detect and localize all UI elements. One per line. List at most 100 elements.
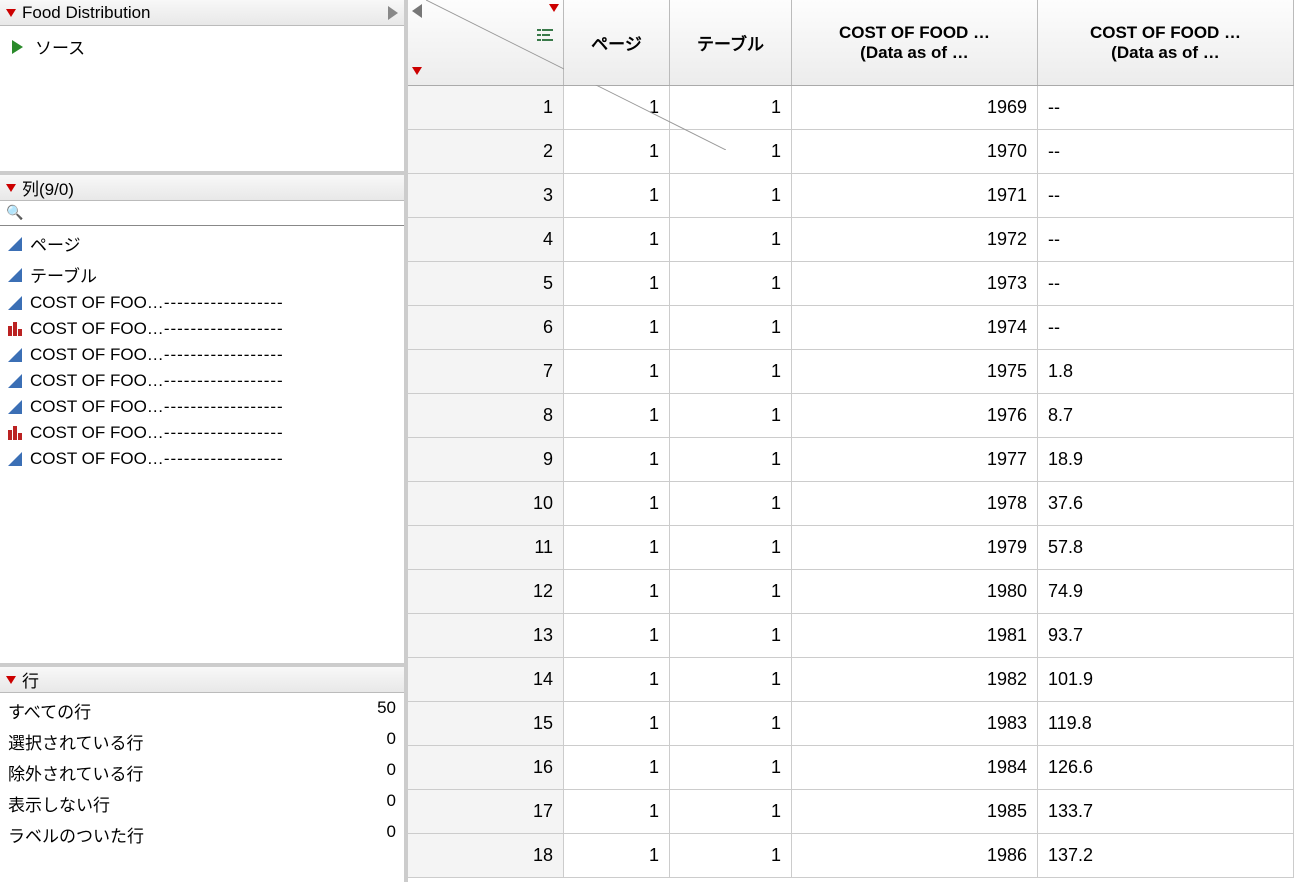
cell-cost2[interactable]: 137.2 <box>1038 834 1294 877</box>
cell-page[interactable]: 1 <box>564 130 670 173</box>
table-panel-header[interactable]: Food Distribution <box>0 0 404 26</box>
disclosure-icon[interactable] <box>6 184 16 192</box>
header-page[interactable]: ページ <box>564 0 670 85</box>
table-row[interactable]: 1111969-- <box>408 86 1294 130</box>
table-row[interactable]: 15111983119.8 <box>408 702 1294 746</box>
cell-cost2[interactable]: 1.8 <box>1038 350 1294 393</box>
table-row[interactable]: 1211198074.9 <box>408 570 1294 614</box>
cell-cost1[interactable]: 1981 <box>792 614 1038 657</box>
cell-table[interactable]: 1 <box>670 702 792 745</box>
table-row[interactable]: 3111971-- <box>408 174 1294 218</box>
table-row[interactable]: 17111985133.7 <box>408 790 1294 834</box>
column-item[interactable]: COST OF FOO…------------------ <box>0 446 404 472</box>
table-row[interactable]: 2111970-- <box>408 130 1294 174</box>
cell-rownum[interactable]: 4 <box>408 218 564 261</box>
table-row[interactable]: 6111974-- <box>408 306 1294 350</box>
cell-rownum[interactable]: 3 <box>408 174 564 217</box>
cell-page[interactable]: 1 <box>564 438 670 481</box>
cell-cost1[interactable]: 1975 <box>792 350 1038 393</box>
cell-table[interactable]: 1 <box>670 526 792 569</box>
cell-table[interactable]: 1 <box>670 174 792 217</box>
cell-table[interactable]: 1 <box>670 394 792 437</box>
cell-cost1[interactable]: 1980 <box>792 570 1038 613</box>
cell-cost2[interactable]: 93.7 <box>1038 614 1294 657</box>
column-item[interactable]: ページ <box>0 228 404 259</box>
cell-rownum[interactable]: 13 <box>408 614 564 657</box>
back-icon[interactable] <box>412 4 422 18</box>
table-row[interactable]: 71119751.8 <box>408 350 1294 394</box>
column-item[interactable]: COST OF FOO…------------------ <box>0 394 404 420</box>
cell-cost2[interactable]: 8.7 <box>1038 394 1294 437</box>
cell-table[interactable]: 1 <box>670 350 792 393</box>
cell-rownum[interactable]: 1 <box>408 86 564 129</box>
header-table[interactable]: テーブル <box>670 0 792 85</box>
table-row[interactable]: 1011197837.6 <box>408 482 1294 526</box>
cell-page[interactable]: 1 <box>564 702 670 745</box>
cell-cost1[interactable]: 1985 <box>792 790 1038 833</box>
table-row[interactable]: 4111972-- <box>408 218 1294 262</box>
cell-page[interactable]: 1 <box>564 174 670 217</box>
cell-cost2[interactable]: 18.9 <box>1038 438 1294 481</box>
cell-cost1[interactable]: 1969 <box>792 86 1038 129</box>
cell-cost2[interactable]: -- <box>1038 86 1294 129</box>
cell-rownum[interactable]: 18 <box>408 834 564 877</box>
cell-cost1[interactable]: 1972 <box>792 218 1038 261</box>
cell-rownum[interactable]: 7 <box>408 350 564 393</box>
cell-rownum[interactable]: 14 <box>408 658 564 701</box>
table-row[interactable]: 1311198193.7 <box>408 614 1294 658</box>
disclosure-icon[interactable] <box>6 676 16 684</box>
rows-stat[interactable]: すべての行50 <box>6 695 398 726</box>
cell-table[interactable]: 1 <box>670 746 792 789</box>
rows-stat[interactable]: 除外されている行0 <box>6 757 398 788</box>
column-item[interactable]: COST OF FOO…------------------ <box>0 316 404 342</box>
cell-cost2[interactable]: -- <box>1038 218 1294 261</box>
rows-stat[interactable]: ラベルのついた行0 <box>6 819 398 850</box>
cell-cost1[interactable]: 1982 <box>792 658 1038 701</box>
table-row[interactable]: 1111197957.8 <box>408 526 1294 570</box>
column-menu-icon[interactable] <box>549 4 559 12</box>
cell-table[interactable]: 1 <box>670 482 792 525</box>
column-search-input[interactable] <box>28 204 381 221</box>
header-cost1[interactable]: COST OF FOOD … (Data as of … <box>792 0 1038 85</box>
cell-table[interactable]: 1 <box>670 218 792 261</box>
cell-page[interactable]: 1 <box>564 262 670 305</box>
cell-rownum[interactable]: 15 <box>408 702 564 745</box>
cell-table[interactable]: 1 <box>670 86 792 129</box>
disclosure-icon[interactable] <box>6 9 16 17</box>
cell-page[interactable]: 1 <box>564 658 670 701</box>
rows-stat[interactable]: 表示しない行0 <box>6 788 398 819</box>
align-icon[interactable] <box>537 28 553 44</box>
table-row[interactable]: 81119768.7 <box>408 394 1294 438</box>
cell-page[interactable]: 1 <box>564 570 670 613</box>
cell-page[interactable]: 1 <box>564 526 670 569</box>
cell-cost2[interactable]: 101.9 <box>1038 658 1294 701</box>
cell-cost2[interactable]: 37.6 <box>1038 482 1294 525</box>
cell-cost1[interactable]: 1986 <box>792 834 1038 877</box>
columns-panel-header[interactable]: 列(9/0) <box>0 175 404 201</box>
rows-stat[interactable]: 選択されている行0 <box>6 726 398 757</box>
cell-page[interactable]: 1 <box>564 350 670 393</box>
cell-cost2[interactable]: 57.8 <box>1038 526 1294 569</box>
row-menu-icon[interactable] <box>412 67 422 75</box>
cell-cost1[interactable]: 1971 <box>792 174 1038 217</box>
column-search[interactable]: 🔍 <box>0 201 404 226</box>
column-item[interactable]: COST OF FOO…------------------ <box>0 420 404 446</box>
source-item[interactable]: ソース <box>2 30 402 63</box>
cell-cost2[interactable]: -- <box>1038 174 1294 217</box>
cell-cost1[interactable]: 1983 <box>792 702 1038 745</box>
cell-page[interactable]: 1 <box>564 746 670 789</box>
cell-table[interactable]: 1 <box>670 130 792 173</box>
cell-cost2[interactable]: 126.6 <box>1038 746 1294 789</box>
run-icon[interactable] <box>388 6 398 20</box>
cell-rownum[interactable]: 6 <box>408 306 564 349</box>
cell-rownum[interactable]: 11 <box>408 526 564 569</box>
cell-cost2[interactable]: -- <box>1038 130 1294 173</box>
cell-page[interactable]: 1 <box>564 614 670 657</box>
cell-page[interactable]: 1 <box>564 306 670 349</box>
cell-rownum[interactable]: 8 <box>408 394 564 437</box>
cell-cost1[interactable]: 1984 <box>792 746 1038 789</box>
cell-page[interactable]: 1 <box>564 394 670 437</box>
cell-table[interactable]: 1 <box>670 306 792 349</box>
column-item[interactable]: COST OF FOO…------------------ <box>0 290 404 316</box>
cell-table[interactable]: 1 <box>670 262 792 305</box>
